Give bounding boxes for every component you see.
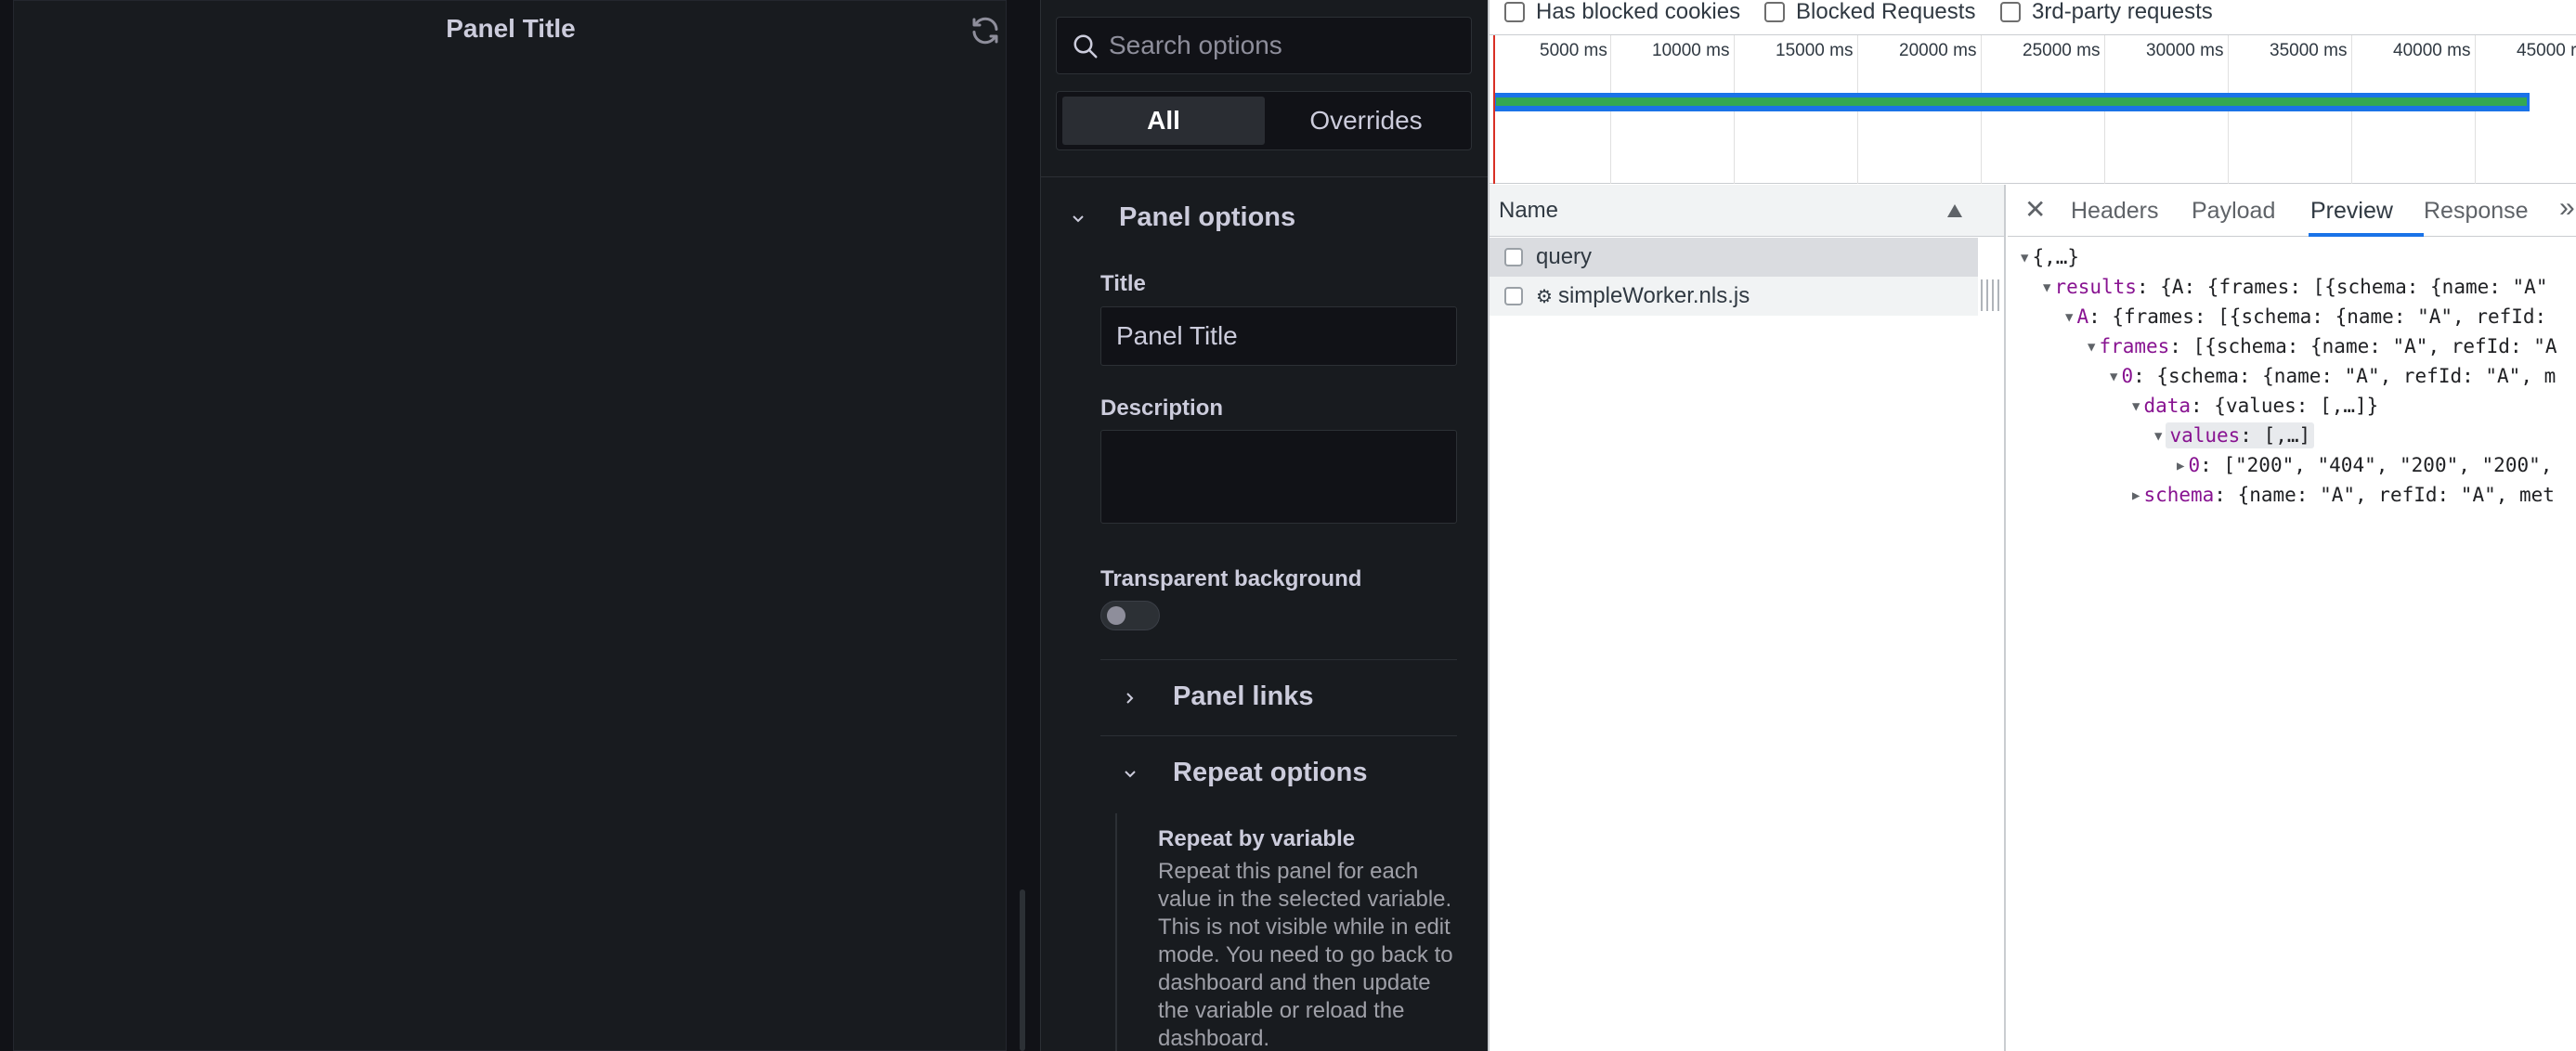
tick-label: 45000 r (2517, 41, 2576, 60)
devtools-network: Has blocked cookies Blocked Requests 3rd… (1488, 0, 2576, 1051)
chevron-down-icon[interactable] (1121, 765, 1139, 784)
description-textarea[interactable] (1100, 430, 1457, 524)
transparent-toggle[interactable] (1100, 601, 1160, 630)
request-name: simpleWorker.nls.js (1557, 283, 1750, 308)
request-row[interactable]: query (1490, 238, 1978, 277)
json-node[interactable]: ▼ {,…} (2021, 246, 2079, 268)
tab-response[interactable]: Response (2424, 198, 2529, 225)
file-icon (1504, 248, 1523, 266)
tick-label: 15000 ms (1776, 41, 1854, 60)
close-icon[interactable]: ✕ (2024, 194, 2046, 225)
filter-label: 3rd-party requests (2032, 0, 2213, 24)
sort-ascending-icon (1947, 204, 1962, 217)
title-label: Title (1100, 271, 1146, 296)
search-box (1056, 17, 1472, 74)
tab-headers[interactable]: Headers (2071, 198, 2159, 225)
chevron-right-icon[interactable] (1121, 689, 1139, 707)
json-node[interactable]: ▶ 0: ["200", "404", "200", "200", (2177, 454, 2552, 476)
tab-preview[interactable]: Preview (2310, 198, 2393, 225)
tick-label: 20000 ms (1899, 41, 1977, 60)
chevron-down-icon[interactable] (1069, 210, 1087, 228)
checkbox[interactable] (1504, 2, 1525, 22)
tick-label: 35000 ms (2270, 41, 2348, 60)
detail-tabs: ✕ Headers Payload Preview Response » (2008, 185, 2576, 237)
json-node[interactable]: ▼ frames: [{schema: {name: "A", refId: "A (2088, 335, 2557, 357)
options-tabs: All Overrides (1056, 91, 1472, 150)
description-label: Description (1100, 396, 1224, 421)
transparent-label: Transparent background (1100, 566, 1362, 591)
tab-payload[interactable]: Payload (2192, 198, 2275, 225)
divider (1041, 176, 1489, 177)
file-icon (1504, 287, 1523, 305)
toggle-knob (1107, 606, 1125, 625)
json-node[interactable]: ▶ schema: {name: "A", refId: "A", met (2132, 484, 2555, 506)
waterfall-overview[interactable]: 5000 ms 10000 ms 15000 ms 20000 ms 25000… (1490, 35, 2576, 184)
json-node[interactable]: ▼ results: {A: {frames: [{schema: {name: … (2043, 276, 2547, 298)
request-detail: ✕ Headers Payload Preview Response » ▼ {,… (2008, 185, 2576, 1051)
checkbox[interactable] (1764, 2, 1785, 22)
request-name: query (1536, 244, 1593, 269)
pane-splitter[interactable] (1020, 889, 1025, 1051)
json-node-selected[interactable]: ▼ values: [,…] (2154, 422, 2315, 448)
panel-title: Panel Title (446, 14, 576, 43)
title-input[interactable] (1100, 306, 1457, 366)
refresh-icon[interactable] (969, 14, 1002, 47)
tick-label: 25000 ms (2023, 41, 2101, 60)
name-column-header[interactable]: Name (1490, 185, 2004, 237)
load-marker (1493, 35, 1495, 184)
json-node[interactable]: ▼ 0: {schema: {name: "A", refId: "A", m (2110, 365, 2556, 387)
tab-overrides[interactable]: Overrides (1265, 97, 1467, 145)
panel-options-header[interactable]: Panel options (1119, 202, 1295, 233)
active-tab-indicator (2309, 233, 2424, 237)
request-row[interactable]: ⚙ simpleWorker.nls.js (1490, 277, 1978, 316)
repeat-description: Repeat this panel for each value in the … (1158, 859, 1453, 1051)
request-bar (1493, 93, 2530, 111)
options-pane: All Overrides Panel options Title Descri… (1040, 0, 1489, 1051)
divider (1100, 659, 1457, 660)
tick-label: 5000 ms (1540, 41, 1607, 60)
tick-label: 10000 ms (1652, 41, 1730, 60)
panel: Panel Title (13, 0, 1007, 1051)
tab-all[interactable]: All (1062, 97, 1265, 145)
gear-icon: ⚙ (1536, 286, 1553, 307)
more-tabs-icon[interactable]: » (2559, 192, 2575, 224)
repeat-options-header[interactable]: Repeat options (1173, 758, 1367, 788)
tick-label: 30000 ms (2146, 41, 2224, 60)
json-node[interactable]: ▼ data: {values: [,…]} (2132, 395, 2378, 417)
divider (1100, 735, 1457, 736)
column-label: Name (1499, 198, 1559, 223)
panel-area: Panel Title (0, 0, 1040, 1051)
filter-blocked-requests[interactable]: Blocked Requests (1764, 0, 1975, 24)
tick-label: 40000 ms (2393, 41, 2471, 60)
filter-3rd-party[interactable]: 3rd-party requests (2000, 0, 2213, 24)
filter-label: Blocked Requests (1796, 0, 1976, 24)
filter-label: Has blocked cookies (1536, 0, 1741, 24)
request-list: Name query ⚙ simpleWorker.nls.js (1490, 185, 2006, 1051)
column-resize-handle[interactable] (1978, 278, 2004, 313)
filter-bar: Has blocked cookies Blocked Requests 3rd… (1490, 0, 2576, 35)
search-input[interactable] (1109, 18, 1462, 73)
search-icon (1073, 34, 1098, 58)
panel-links-header[interactable]: Panel links (1173, 681, 1314, 712)
repeat-by-label: Repeat by variable (1158, 826, 1356, 851)
checkbox[interactable] (2000, 2, 2021, 22)
filter-blocked-cookies[interactable]: Has blocked cookies (1504, 0, 1740, 24)
json-node[interactable]: ▼ A: {frames: [{schema: {name: "A", refId… (2065, 305, 2546, 328)
